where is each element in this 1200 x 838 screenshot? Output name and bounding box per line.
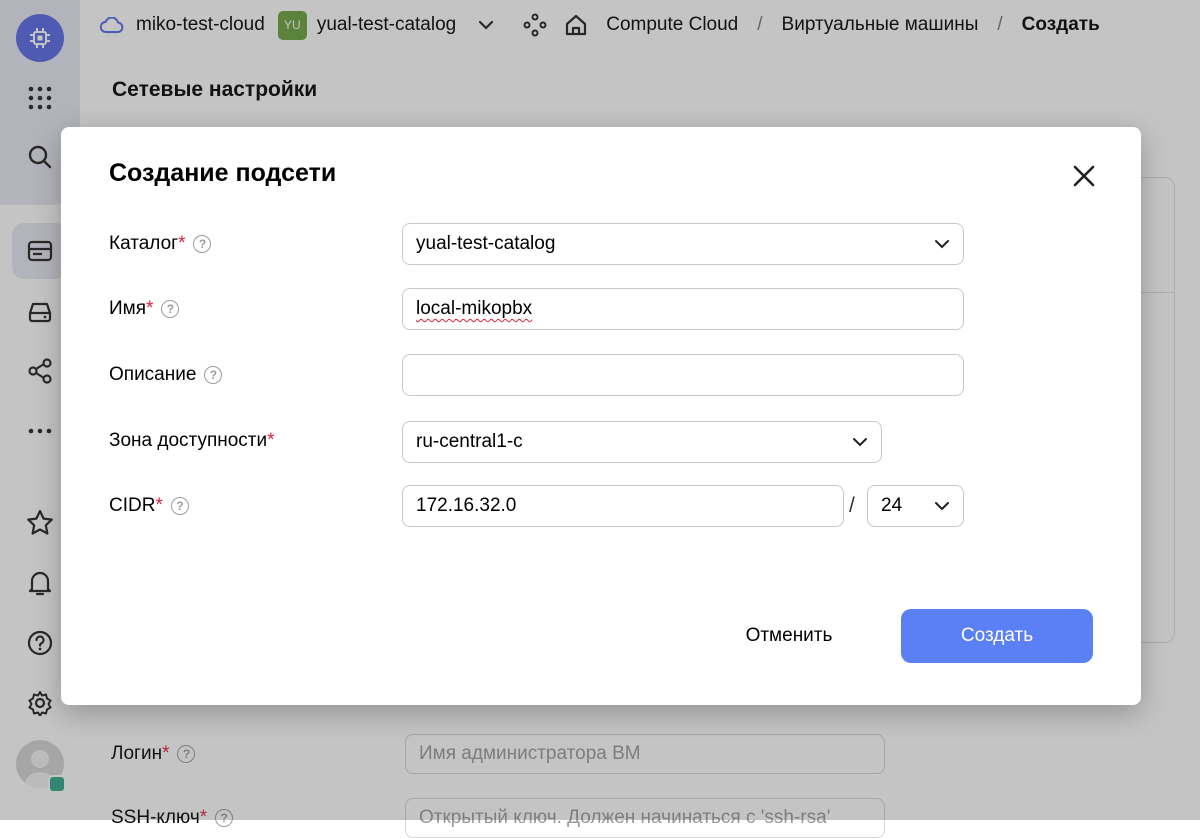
close-button[interactable] (1067, 159, 1101, 193)
help-icon[interactable]: ? (170, 497, 189, 515)
description-label: Описание ? (109, 354, 223, 396)
zone-label: Зона доступности * (109, 430, 275, 451)
help-icon[interactable]: ? (161, 300, 180, 318)
cidr-prefix-select[interactable]: 24 (867, 485, 964, 527)
create-button[interactable]: Создать (901, 609, 1093, 663)
dialog-title: Создание подсети (109, 159, 337, 187)
catalog-label: Каталог * ? (109, 223, 212, 265)
cidr-label: CIDR * ? (109, 485, 189, 527)
help-icon[interactable]: ? (204, 366, 223, 384)
catalog-select[interactable]: yual-test-catalog (402, 223, 964, 265)
description-input[interactable] (402, 354, 964, 396)
cidr-separator: / (849, 494, 855, 517)
chevron-down-icon (935, 240, 949, 249)
create-subnet-dialog: Создание подсети Каталог * ? yual-test-ca… (61, 127, 1141, 705)
zone-select[interactable]: ru-central1-c (402, 421, 882, 463)
cancel-button[interactable]: Отменить (721, 609, 857, 663)
help-icon[interactable]: ? (193, 235, 212, 253)
name-label: Имя * ? (109, 288, 180, 330)
name-input[interactable]: local-mikopbx (402, 288, 964, 330)
cidr-address-input[interactable]: 172.16.32.0 (402, 485, 844, 527)
chevron-down-icon (935, 502, 949, 511)
close-icon (1073, 165, 1095, 187)
chevron-down-icon (853, 438, 867, 447)
